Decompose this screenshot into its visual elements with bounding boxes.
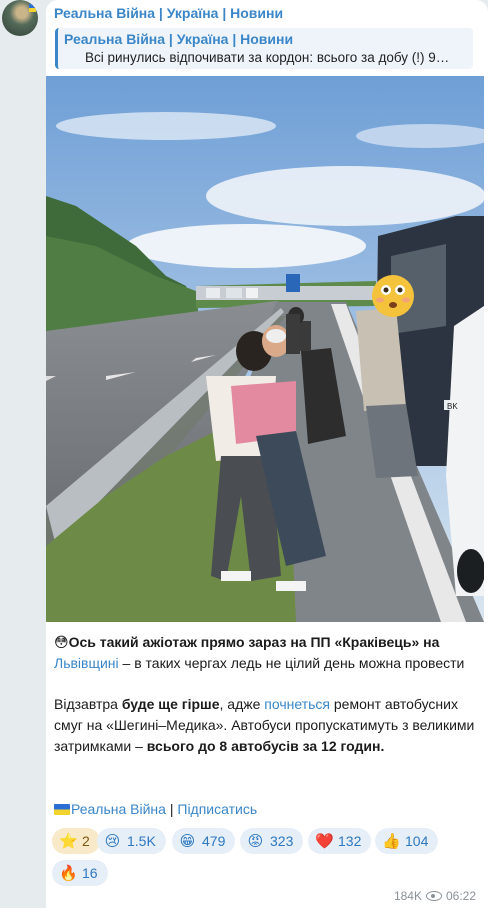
reaction-count: 479 bbox=[202, 833, 226, 849]
post-footer-links: Реальна Війна | Підписатись bbox=[54, 801, 257, 817]
reaction-thumbs-up[interactable]: 👍 104 bbox=[375, 828, 439, 854]
view-count: 184K bbox=[393, 889, 422, 903]
channel-name[interactable]: Реальна Війна | Україна | Новини bbox=[54, 5, 283, 21]
reply-title: Реальна Війна | Україна | Новини bbox=[64, 31, 294, 47]
post-bold-lead: Ось такий ажіотаж прямо зараз на ПП «Кра… bbox=[68, 634, 440, 650]
lviv-region-link[interactable]: Львівщині bbox=[54, 655, 119, 671]
post-paragraph-2: Відзавтра буде ще гірше, адже почнеться … bbox=[54, 694, 478, 757]
reaction-count: 323 bbox=[270, 833, 294, 849]
reaction-count: 104 bbox=[405, 833, 429, 849]
reaction-grinning[interactable]: 😁 479 bbox=[172, 828, 236, 854]
flushed-face-icon: 😳 bbox=[54, 634, 69, 650]
crying-face-icon: 😢 bbox=[104, 833, 121, 850]
message-time: 06:22 bbox=[445, 889, 476, 903]
ukraine-flag-icon bbox=[29, 4, 36, 12]
reaction-count: 2 bbox=[82, 833, 90, 849]
heart-icon: ❤️ bbox=[315, 833, 334, 850]
channel-footer-link[interactable]: Реальна Війна bbox=[71, 801, 166, 817]
reply-text: Всі ринулись відпочивати за кордон: всьо… bbox=[85, 50, 450, 65]
reaction-count: 132 bbox=[338, 833, 362, 849]
reaction-star[interactable]: ⭐ 2 bbox=[52, 828, 100, 854]
reaction-angry[interactable]: 😡 323 bbox=[240, 828, 304, 854]
reaction-heart[interactable]: ❤️ 132 bbox=[308, 828, 372, 854]
post-paragraph-1: 😳Ось такий ажіотаж прямо зараз на ПП «Кр… bbox=[54, 632, 478, 674]
fire-icon: 🔥 bbox=[59, 865, 78, 882]
message-meta: 184K 06:22 bbox=[394, 889, 476, 903]
channel-avatar[interactable] bbox=[2, 0, 38, 36]
reaction-crying[interactable]: 😢 1.5K bbox=[97, 828, 166, 854]
post-p2-bold1: буде ще гірше bbox=[121, 696, 220, 712]
post-p2-b: , адже bbox=[219, 696, 265, 712]
grinning-face-icon: 😁 bbox=[179, 833, 196, 850]
thumbs-up-icon: 👍 bbox=[382, 833, 401, 850]
eye-icon bbox=[425, 891, 442, 901]
reaction-count: 1.5K bbox=[127, 833, 156, 849]
star-icon: ⭐ bbox=[59, 833, 78, 850]
reaction-count: 16 bbox=[82, 865, 98, 881]
blurred-face-emoji bbox=[372, 275, 414, 317]
angry-face-icon: 😡 bbox=[247, 833, 264, 850]
border-queue-photo: BK bbox=[46, 76, 484, 622]
message-bubble: Реальна Війна | Україна | Новини Реальна… bbox=[46, 0, 488, 908]
post-p2-a: Відзавтра bbox=[54, 696, 122, 712]
starts-link[interactable]: почнеться bbox=[264, 696, 330, 712]
footer-separator: | bbox=[165, 801, 178, 817]
post-p2-bold2: всього до 8 автобусів за 12 годин. bbox=[146, 738, 385, 754]
subscribe-link[interactable]: Підписатись bbox=[177, 801, 257, 817]
post-photo[interactable]: BK bbox=[46, 76, 484, 622]
ukraine-flag-icon bbox=[54, 804, 70, 815]
license-plate: BK bbox=[447, 402, 458, 411]
post-text: 😳Ось такий ажіотаж прямо зараз на ПП «Кр… bbox=[54, 632, 478, 757]
post-p1-rest: – в таких чергах ледь не цілий день можн… bbox=[118, 655, 465, 671]
reaction-fire[interactable]: 🔥 16 bbox=[52, 860, 108, 886]
reply-preview[interactable]: Реальна Війна | Україна | Новини Всі рин… bbox=[55, 28, 473, 69]
